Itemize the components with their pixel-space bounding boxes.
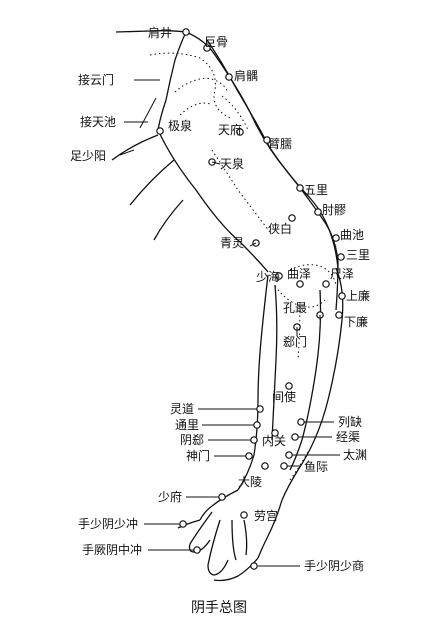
label-shenmen: 神门 <box>186 448 210 463</box>
point-wuli <box>296 184 304 192</box>
label-tianquan: 天泉 <box>220 157 244 171</box>
label-jianjing: 肩井 <box>148 25 172 40</box>
point-jianshi <box>285 382 293 390</box>
label-shaohai: 少海 <box>256 269 280 284</box>
point-shaochong <box>179 520 187 528</box>
label-quze: 曲泽 <box>287 267 311 281</box>
label-shaochong: 手少阴少冲 <box>78 516 138 531</box>
label-wuli: 五里 <box>304 183 328 197</box>
label-lieque: 列缺 <box>338 414 362 429</box>
label-tongli: 通里 <box>175 418 199 432</box>
point-jianjing <box>182 28 190 36</box>
label-quchi: 曲池 <box>340 228 364 242</box>
acupoint-labels: 肩井 巨骨 肩髃 接云门 接天池 极泉 天府 臂臑 足少阳 天泉 五里 肘髎 侠… <box>70 25 370 573</box>
label-zushaoyang: 足少阳 <box>70 149 106 163</box>
point-jiquan <box>156 127 164 135</box>
label-jietianchi: 接天池 <box>80 114 116 129</box>
point-quze <box>296 280 304 288</box>
point-shenmen <box>245 452 253 460</box>
point-shanglian <box>338 292 346 300</box>
label-jingqu: 经渠 <box>336 430 360 444</box>
point-xiabai <box>288 214 296 222</box>
point-tongli <box>253 421 261 429</box>
point-jingqu <box>291 433 299 441</box>
point-laogong <box>240 511 248 519</box>
point-zhouliao <box>314 208 322 216</box>
point-taiyuan <box>285 451 293 459</box>
leader-lines <box>119 79 340 567</box>
point-chize <box>322 280 330 288</box>
label-taiyuan: 太渊 <box>343 447 367 462</box>
label-jieyunmen: 接云门 <box>78 72 114 87</box>
point-yinxi <box>250 436 258 444</box>
point-shaoshang <box>250 562 258 570</box>
label-jianshi: 间使 <box>272 389 296 404</box>
label-yinxi: 阴郄 <box>180 433 204 447</box>
arm-illustration: 肩井 巨骨 肩髃 接云门 接天池 极泉 天府 臂臑 足少阳 天泉 五里 肘髎 侠… <box>70 25 370 616</box>
label-xiabai: 侠白 <box>268 221 292 236</box>
point-quchi <box>332 234 340 242</box>
label-shanglian: 上廉 <box>346 288 370 303</box>
label-kongzui: 孔最 <box>283 301 307 315</box>
label-zhongchong: 手厥阴中冲 <box>82 542 142 557</box>
point-xialian <box>335 311 343 319</box>
label-yuji: 鱼际 <box>304 460 328 474</box>
label-zhouliao: 肘髎 <box>322 202 346 217</box>
label-qingling: 青灵 <box>220 236 244 250</box>
label-jianyu: 肩髃 <box>234 68 258 83</box>
arm-outline <box>111 30 344 582</box>
point-lingdao <box>256 405 264 413</box>
point-jianyu <box>225 73 233 81</box>
label-jugu: 巨骨 <box>204 35 228 49</box>
label-binao: 臂臑 <box>268 137 292 151</box>
point-shaofu <box>218 493 226 501</box>
point-zhongchong <box>193 546 201 554</box>
label-shaofu: 少府 <box>158 489 182 504</box>
label-shaoshang: 手少阴少商 <box>304 558 364 573</box>
label-ximen: 郄门 <box>283 334 307 349</box>
point-daling <box>261 462 269 470</box>
diagram-caption: 阴手总图 <box>191 600 247 616</box>
label-xialian: 下廉 <box>344 314 368 329</box>
label-tianfu: 天府 <box>218 122 242 137</box>
label-chize: 尺泽 <box>330 267 354 281</box>
label-sanli: 三里 <box>346 248 370 262</box>
label-jiquan: 极泉 <box>168 119 192 133</box>
acupuncture-diagram: 肩井 巨骨 肩髃 接云门 接天池 极泉 天府 臂臑 足少阳 天泉 五里 肘髎 侠… <box>0 0 438 635</box>
point-sanli <box>337 253 345 261</box>
label-laogong: 劳宫 <box>254 508 278 523</box>
label-daling: 大陵 <box>238 475 262 489</box>
label-neiguan: 内关 <box>262 434 286 448</box>
label-lingdao: 灵道 <box>170 402 194 416</box>
point-yuji <box>280 462 288 470</box>
point-lieque <box>297 418 305 426</box>
